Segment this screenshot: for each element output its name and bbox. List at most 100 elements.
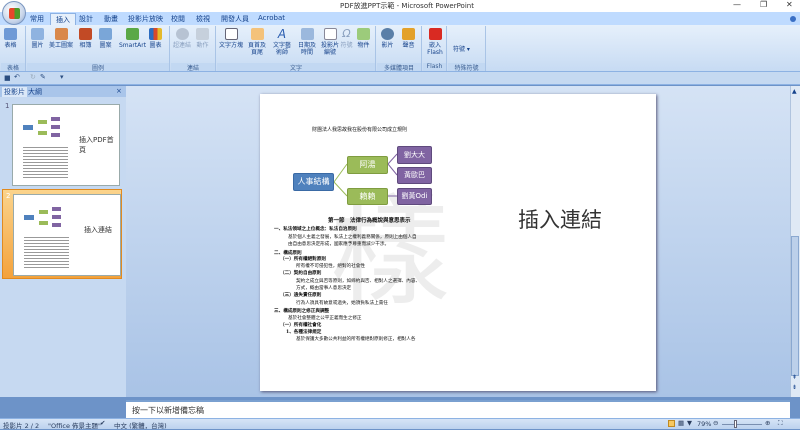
group-label: 表格 [1, 63, 25, 72]
zoom-out-button[interactable]: ⊖ [713, 419, 718, 427]
normal-view-button[interactable] [668, 420, 675, 427]
close-button[interactable]: ✕ [786, 0, 793, 9]
doc-line: 第一節 法律行為概說與意思表示 [328, 218, 411, 224]
omega-icon: Ω [342, 27, 351, 40]
tab-outline[interactable]: 大綱 [28, 87, 42, 97]
action-button[interactable]: 動作 [196, 28, 209, 49]
slide-sorter-button[interactable]: ▦ [678, 419, 684, 427]
date-time-button[interactable]: 日期及時間 [297, 28, 317, 56]
slide-number: 1 [5, 102, 10, 110]
tab-animation[interactable]: 動畫 [104, 14, 118, 24]
ribbon: 表格 表格 圖片 美工圖案 相簿 圖案 SmartArt 圖表 圖例 超連結 動… [0, 25, 800, 72]
doc-line: （一）所有權社會化 [280, 323, 322, 328]
zoom-slider[interactable] [722, 424, 762, 425]
zoom-slider-thumb[interactable] [734, 420, 738, 428]
slide-thumbnail-2[interactable]: 2 插入連結 [2, 189, 122, 279]
smartart-icon [126, 28, 140, 40]
org-node-level1[interactable]: 阿湯 [347, 156, 388, 174]
doc-line: 方式，概由當事人意思決定 [296, 286, 352, 291]
textbox-button[interactable]: 文字方塊 [219, 28, 243, 49]
quick-access-toolbar: ■ ↶ ↻ ✎ ▾ [0, 72, 800, 85]
wordart-button[interactable]: A 文字藝術師 [271, 28, 293, 56]
clipart-button[interactable]: 美工圖案 [49, 28, 73, 49]
smartart-button[interactable]: SmartArt [119, 28, 146, 49]
ribbon-tabs: 常用 插入 設計 動畫 投影片放映 校閱 檢視 開發人員 Acrobat [0, 12, 800, 25]
zoom-level[interactable]: 79% [697, 420, 711, 428]
undo-icon[interactable]: ↶ [14, 73, 20, 81]
tab-home[interactable]: 常用 [30, 14, 44, 24]
save-icon[interactable]: ■ [4, 74, 11, 82]
customize-qat-icon[interactable]: ▾ [60, 73, 64, 81]
shapes-button[interactable]: 圖案 [99, 28, 112, 49]
table-button[interactable]: 表格 [4, 28, 17, 49]
redo-icon[interactable]: ↻ [30, 73, 36, 81]
object-button[interactable]: 物件 [357, 28, 370, 49]
slideshow-button[interactable]: ▼ [687, 419, 692, 427]
tab-slideshow[interactable]: 投影片放映 [128, 14, 163, 24]
doc-line: 基於保護大多數公共利益的所有權絕對原則修正，相對人各 [296, 337, 416, 342]
tab-design[interactable]: 設計 [79, 14, 93, 24]
movie-button[interactable]: 影片 [381, 28, 394, 49]
group-label: Flash [423, 63, 446, 71]
help-icon[interactable] [790, 16, 796, 22]
table-icon [4, 28, 17, 40]
special-symbol-button[interactable]: 符號 ▾ [453, 46, 470, 53]
embed-flash-button[interactable]: 嵌入 Flash [426, 28, 444, 56]
header-footer-button[interactable]: 頁首及頁尾 [247, 28, 267, 56]
tab-review[interactable]: 校閱 [171, 14, 185, 24]
office-logo-icon [9, 8, 20, 19]
tab-view[interactable]: 檢視 [196, 14, 210, 24]
close-pane-button[interactable]: × [116, 87, 122, 95]
doc-line: （一）所有權絕對原則 [280, 257, 326, 262]
action-icon [196, 28, 209, 40]
slide-number: 2 [6, 192, 11, 200]
previous-slide-icon[interactable]: ⇞ [792, 374, 797, 381]
org-node-level2[interactable]: 黃歐巴 [397, 167, 432, 184]
doc-line: 基於個人主義之發展，私法上之權利義務關係，原則上由個人自 [288, 235, 417, 240]
vertical-scrollbar[interactable]: ▲ ⇞ ⇟ [790, 86, 800, 397]
doc-line: 由自由意思決定形成，國家應予尊重而減少干涉。 [288, 242, 390, 247]
tab-slides[interactable]: 投影片 [2, 87, 27, 97]
slide-thumbnail-1[interactable]: 1 插入PDF首頁 [2, 100, 122, 190]
photo-album-button[interactable]: 相簿 [79, 28, 92, 49]
spellcheck-icon[interactable]: ✔ [100, 419, 105, 427]
slide-heading[interactable]: 插入連結 [518, 204, 602, 234]
next-slide-icon[interactable]: ⇟ [792, 384, 797, 391]
doc-line: （三）過失責任原則 [280, 293, 322, 298]
scroll-up-icon[interactable]: ▲ [792, 88, 797, 95]
doc-line: 三、構成原則之修正與調整 [274, 309, 330, 314]
speaker-icon [402, 28, 415, 40]
status-bar: 投影片 2 / 2 "Office 佈景主題" ✔ 中文 (繁體，台灣) ▦ ▼… [0, 418, 800, 430]
org-node-level2[interactable]: 劉大大 [397, 146, 432, 164]
org-node-level1[interactable]: 賴賴 [347, 188, 388, 205]
picture-button[interactable]: 圖片 [31, 28, 44, 49]
restore-button[interactable]: ❐ [760, 0, 767, 9]
tab-insert[interactable]: 插入 [50, 13, 76, 25]
fit-to-window-button[interactable]: ⛶ [778, 419, 783, 428]
slide-canvas[interactable]: 財團法人我思故我在股份有限公司成立規則 樣 人事結構 阿湯 賴賴 劉大大 黃歐巴… [260, 94, 656, 391]
notes-pane[interactable]: 按一下以新增備忘稿 [126, 400, 790, 418]
slide-number-button[interactable]: 投影片編號 [319, 28, 341, 56]
format-icon[interactable]: ✎ [40, 73, 46, 81]
office-button[interactable] [2, 1, 26, 25]
doc-line: 一、私法領域之上位概念：私法自治原則 [274, 227, 357, 232]
tab-developer[interactable]: 開發人員 [221, 14, 249, 24]
zoom-in-button[interactable]: ⊕ [765, 419, 770, 427]
group-label: 多媒體項目 [377, 63, 421, 72]
hyperlink-button[interactable]: 超連結 [173, 28, 191, 49]
org-node-level2[interactable]: 劉黃Odi [397, 188, 432, 205]
slide-number-icon [323, 28, 337, 40]
chart-button[interactable]: 圖表 [149, 28, 162, 49]
pane-tabs: 投影片 大綱 × [0, 86, 126, 97]
tab-acrobat[interactable]: Acrobat [258, 14, 285, 22]
sound-button[interactable]: 聲音 [402, 28, 415, 49]
doc-line: 所有權不可侵犯性，絕對的社會性 [296, 264, 365, 269]
flash-icon [428, 28, 442, 40]
org-node-root[interactable]: 人事結構 [293, 173, 334, 191]
minimize-button[interactable]: — [733, 0, 741, 9]
group-media: 影片 聲音 多媒體項目 [377, 26, 422, 72]
scroll-thumb[interactable] [791, 236, 799, 376]
group-illustrations: 圖片 美工圖案 相簿 圖案 SmartArt 圖表 圖例 [27, 26, 170, 72]
symbol-button[interactable]: Ω 符號 [340, 27, 353, 50]
header-footer-icon [250, 28, 264, 40]
